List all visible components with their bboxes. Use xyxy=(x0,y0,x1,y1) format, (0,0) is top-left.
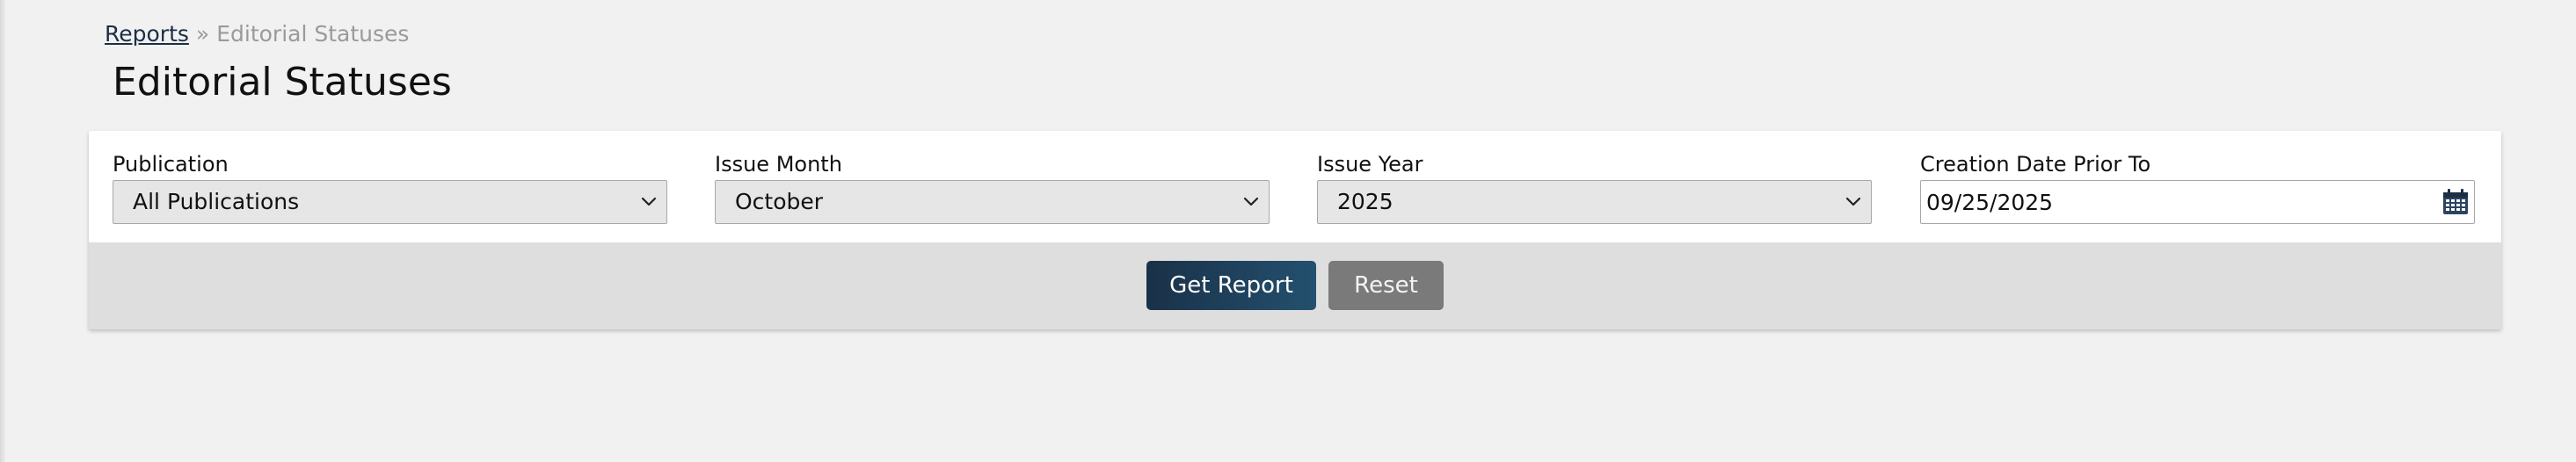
page-title: Editorial Statuses xyxy=(113,60,452,105)
issue-year-select[interactable]: 2025 xyxy=(1317,180,1872,224)
reset-button[interactable]: Reset xyxy=(1328,261,1444,310)
chevron-down-icon xyxy=(1243,197,1259,206)
breadcrumb-current: Editorial Statuses xyxy=(216,21,410,47)
chevron-down-icon xyxy=(1845,197,1861,206)
publication-selected-value: All Publications xyxy=(133,189,300,214)
breadcrumb: Reports» Editorial Statuses xyxy=(105,19,409,49)
issue-month-label: Issue Month xyxy=(715,152,842,177)
breadcrumb-separator: » xyxy=(195,21,210,47)
creation-date-field: Creation Date Prior To xyxy=(1920,150,2475,224)
chevron-down-icon xyxy=(641,197,657,206)
calendar-icon[interactable] xyxy=(2441,187,2470,217)
publication-label: Publication xyxy=(113,152,229,177)
issue-year-label: Issue Year xyxy=(1317,152,1423,177)
creation-date-input-wrapper xyxy=(1920,180,2475,224)
action-bar: Get Report Reset xyxy=(89,242,2501,329)
report-filter-panel: Publication All Publications Issue Month… xyxy=(89,131,2501,329)
issue-month-field: Issue Month October xyxy=(715,150,1270,224)
issue-month-select[interactable]: October xyxy=(715,180,1270,224)
issue-year-selected-value: 2025 xyxy=(1337,189,1394,214)
publication-field: Publication All Publications xyxy=(113,150,667,224)
publication-select[interactable]: All Publications xyxy=(113,180,667,224)
breadcrumb-link-reports[interactable]: Reports xyxy=(105,21,189,47)
get-report-button[interactable]: Get Report xyxy=(1146,261,1316,310)
creation-date-label: Creation Date Prior To xyxy=(1920,152,2151,177)
left-edge-shadow xyxy=(0,0,5,462)
issue-month-selected-value: October xyxy=(735,189,824,214)
issue-year-field: Issue Year 2025 xyxy=(1317,150,1872,224)
creation-date-input[interactable] xyxy=(1926,181,2419,223)
